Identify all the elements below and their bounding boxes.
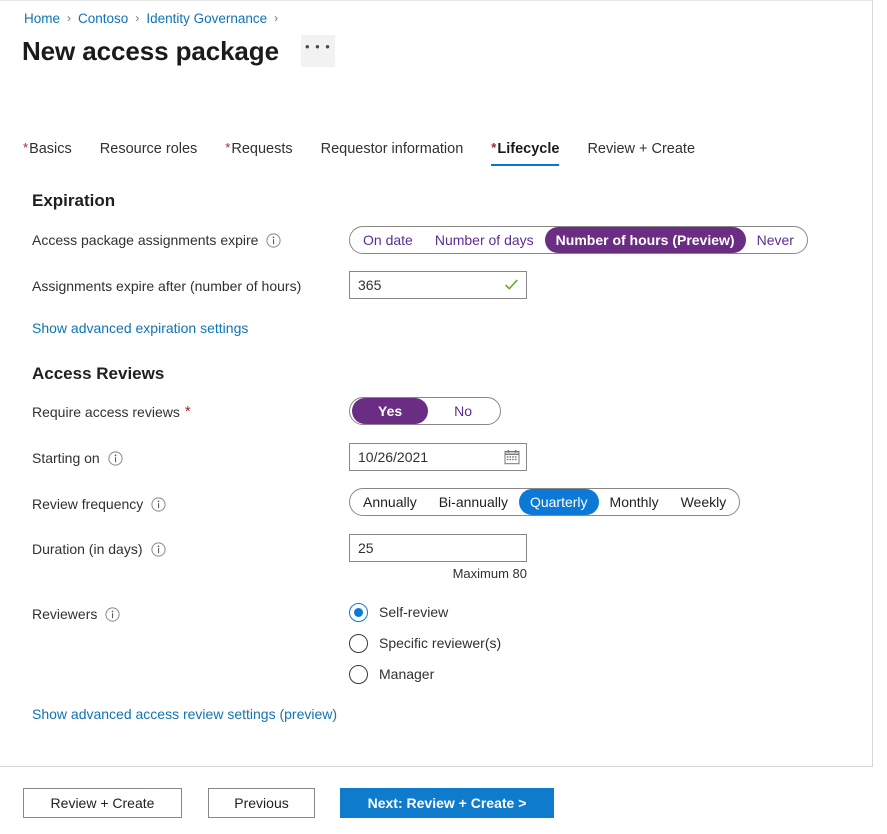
frequency-option-bi-annually[interactable]: Bi-annually <box>428 489 519 515</box>
label-text: Duration (in days) <box>32 541 143 557</box>
link-show-advanced-access-review-settings[interactable]: Show advanced access review settings (pr… <box>32 706 337 722</box>
title-row: New access package • • • <box>22 34 335 68</box>
radio-indicator-icon <box>349 603 368 622</box>
starting-on-date-input[interactable] <box>349 443 527 471</box>
review-frequency-segmented-control[interactable]: Annually Bi-annually Quarterly Monthly W… <box>349 488 740 516</box>
breadcrumb-separator-icon: › <box>274 11 278 25</box>
section-heading-expiration: Expiration <box>32 191 115 211</box>
radio-label: Self-review <box>379 604 448 620</box>
required-indicator-icon: * <box>185 405 191 419</box>
radio-indicator-icon <box>349 665 368 684</box>
require-reviews-option-no[interactable]: No <box>428 398 498 424</box>
label-text: Starting on <box>32 450 100 466</box>
label-assignments-expire: Access package assignments expire <box>32 230 281 250</box>
info-icon[interactable] <box>151 542 166 557</box>
tab-requests[interactable]: *Requests <box>225 141 292 166</box>
radio-specific-reviewers[interactable]: Specific reviewer(s) <box>349 629 501 657</box>
frequency-option-quarterly[interactable]: Quarterly <box>519 489 599 515</box>
ellipsis-icon: • • • <box>305 44 331 50</box>
expiration-option-number-of-days[interactable]: Number of days <box>424 227 545 253</box>
reviewers-radio-group: Self-review Specific reviewer(s) Manager <box>349 598 501 691</box>
link-show-advanced-expiration-settings[interactable]: Show advanced expiration settings <box>32 320 248 336</box>
previous-button[interactable]: Previous <box>208 788 315 818</box>
tab-label: Requests <box>231 141 292 157</box>
label-review-frequency: Review frequency <box>32 494 166 514</box>
label-duration-in-days: Duration (in days) <box>32 539 166 559</box>
radio-self-review[interactable]: Self-review <box>349 598 501 626</box>
tab-review-create[interactable]: Review + Create <box>587 141 695 166</box>
page-title: New access package <box>22 34 279 68</box>
expiration-option-never[interactable]: Never <box>746 227 805 253</box>
tab-requestor-information[interactable]: Requestor information <box>321 141 464 166</box>
label-text: Assignments expire after (number of hour… <box>32 278 301 294</box>
wizard-tabs: *Basics Resource roles *Requests Request… <box>23 134 723 166</box>
tab-lifecycle[interactable]: *Lifecycle <box>491 141 559 166</box>
label-text: Access package assignments expire <box>32 232 258 248</box>
tab-label: Lifecycle <box>497 141 559 157</box>
label-text: Require access reviews <box>32 404 180 420</box>
tab-label: Requestor information <box>321 141 464 157</box>
radio-indicator-icon <box>349 634 368 653</box>
tab-resource-roles[interactable]: Resource roles <box>100 141 198 166</box>
info-icon[interactable] <box>151 497 166 512</box>
hours-input[interactable] <box>349 271 527 299</box>
tab-label: Basics <box>29 141 72 157</box>
breadcrumb-separator-icon: › <box>67 11 71 25</box>
breadcrumb: Home › Contoso › Identity Governance › <box>24 8 285 28</box>
expiration-option-on-date[interactable]: On date <box>352 227 424 253</box>
frequency-option-annually[interactable]: Annually <box>352 489 428 515</box>
calendar-icon[interactable] <box>504 449 520 470</box>
duration-maximum-hint: Maximum 80 <box>349 566 527 581</box>
azure-portal-blade: Home › Contoso › Identity Governance › N… <box>0 0 887 834</box>
required-indicator-icon: * <box>225 141 230 154</box>
required-indicator-icon: * <box>23 141 28 154</box>
expiration-option-number-of-hours[interactable]: Number of hours (Preview) <box>545 227 746 253</box>
radio-label: Specific reviewer(s) <box>379 635 501 651</box>
breadcrumb-item-home[interactable]: Home <box>24 11 60 26</box>
label-text: Reviewers <box>32 606 97 622</box>
more-options-button[interactable]: • • • <box>301 35 335 67</box>
tab-label: Review + Create <box>587 141 695 157</box>
breadcrumb-item-contoso[interactable]: Contoso <box>78 11 128 26</box>
info-icon[interactable] <box>105 607 120 622</box>
new-access-package-blade: Home › Contoso › Identity Governance › N… <box>0 0 873 834</box>
next-review-create-button[interactable]: Next: Review + Create > <box>340 788 554 818</box>
radio-label: Manager <box>379 666 434 682</box>
label-text: Review frequency <box>32 496 143 512</box>
duration-input[interactable] <box>349 534 527 562</box>
radio-manager[interactable]: Manager <box>349 660 501 688</box>
info-icon[interactable] <box>266 233 281 248</box>
tab-label: Resource roles <box>100 141 198 157</box>
frequency-option-monthly[interactable]: Monthly <box>599 489 670 515</box>
breadcrumb-item-identity-governance[interactable]: Identity Governance <box>146 11 267 26</box>
info-icon[interactable] <box>108 451 123 466</box>
label-assignments-expire-after-hours: Assignments expire after (number of hour… <box>32 276 301 296</box>
label-starting-on: Starting on <box>32 448 123 468</box>
section-heading-access-reviews: Access Reviews <box>32 364 164 384</box>
required-indicator-icon: * <box>491 141 496 154</box>
breadcrumb-separator-icon: › <box>135 11 139 25</box>
review-create-button[interactable]: Review + Create <box>23 788 182 818</box>
tab-basics[interactable]: *Basics <box>23 141 72 166</box>
require-access-reviews-toggle[interactable]: Yes No <box>349 397 501 425</box>
footer-action-bar: Review + Create Previous Next: Review + … <box>0 767 873 834</box>
frequency-option-weekly[interactable]: Weekly <box>670 489 738 515</box>
label-reviewers: Reviewers <box>32 604 120 624</box>
require-reviews-option-yes[interactable]: Yes <box>352 398 428 424</box>
label-require-access-reviews: Require access reviews * <box>32 402 191 422</box>
expiration-type-segmented-control[interactable]: On date Number of days Number of hours (… <box>349 226 808 254</box>
